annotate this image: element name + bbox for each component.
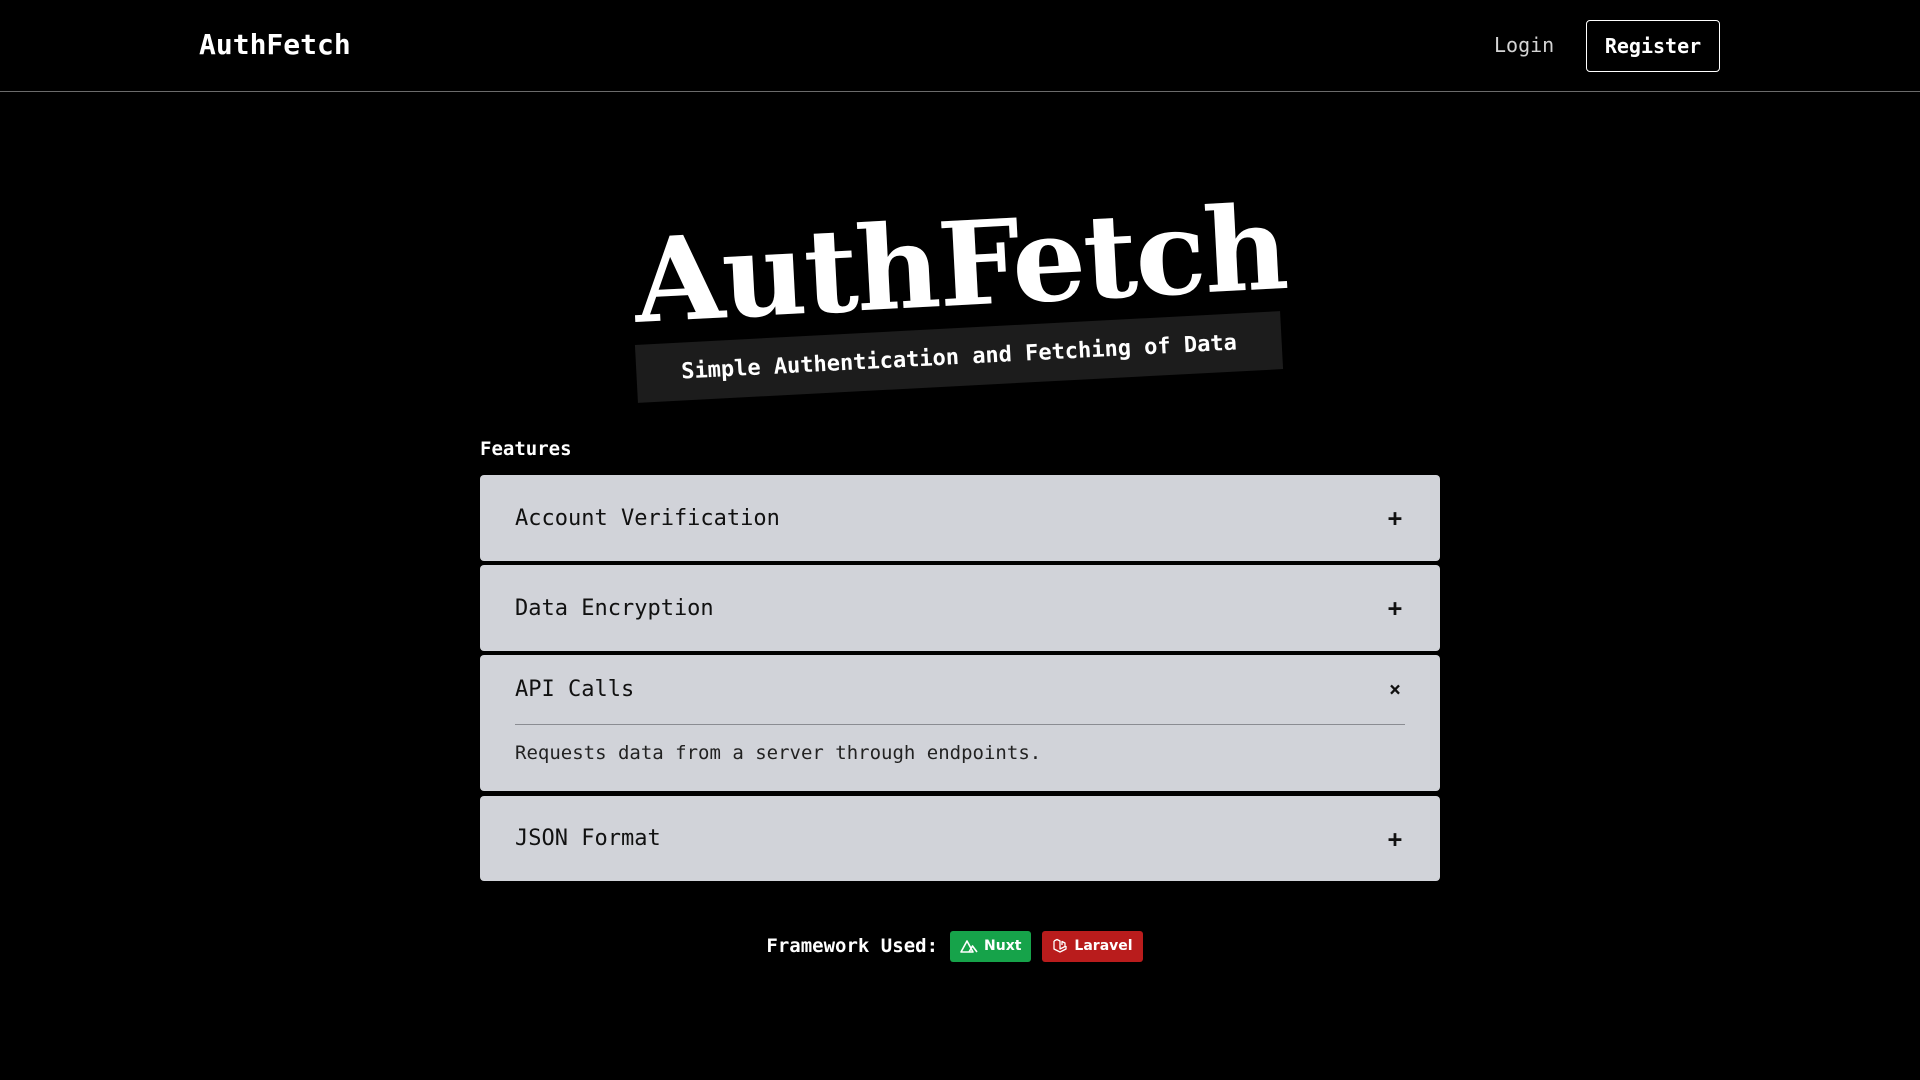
laravel-badge[interactable]: Laravel: [1042, 930, 1143, 962]
login-link[interactable]: Login: [1494, 33, 1554, 57]
accordion-title: JSON Format: [515, 826, 661, 851]
accordion-header[interactable]: Account Verification +: [515, 475, 1405, 561]
accordion-title: Data Encryption: [515, 595, 714, 621]
nuxt-icon: [960, 940, 978, 953]
accordion-header[interactable]: API Calls ×: [515, 653, 1405, 725]
accordion-title: API Calls: [515, 676, 635, 702]
brand-logo[interactable]: AuthFetch: [199, 28, 351, 61]
accordion-title: Account Verification: [515, 505, 780, 531]
accordion-json-format[interactable]: JSON Format +: [480, 796, 1440, 881]
accordion-data-encryption[interactable]: Data Encryption +: [480, 565, 1440, 651]
accordion-divider: [515, 724, 1405, 725]
accordion-header[interactable]: Data Encryption +: [515, 565, 1405, 651]
plus-icon[interactable]: +: [1385, 825, 1405, 853]
plus-icon[interactable]: +: [1385, 594, 1405, 622]
laravel-badge-label: Laravel: [1074, 938, 1133, 954]
laravel-icon: [1053, 938, 1068, 953]
nuxt-badge[interactable]: Nuxt: [950, 930, 1032, 962]
register-button[interactable]: Register: [1586, 20, 1720, 72]
hero: AuthFetch Simple Authentication and Fetc…: [0, 180, 1920, 410]
navbar: AuthFetch Login Register: [0, 0, 1920, 92]
accordion-header[interactable]: JSON Format +: [515, 796, 1405, 881]
framework-label: Framework Used:: [766, 935, 939, 957]
plus-icon[interactable]: +: [1385, 504, 1405, 532]
close-icon[interactable]: ×: [1385, 677, 1405, 701]
accordion-api-calls[interactable]: API Calls × Requests data from a server …: [480, 655, 1440, 791]
accordion-account-verification[interactable]: Account Verification +: [480, 475, 1440, 561]
features-heading: Features: [480, 438, 572, 460]
nuxt-badge-label: Nuxt: [984, 938, 1022, 954]
accordion-body: Requests data from a server through endp…: [515, 742, 1042, 764]
framework-used: Framework Used: Nuxt Laravel: [0, 930, 1920, 962]
